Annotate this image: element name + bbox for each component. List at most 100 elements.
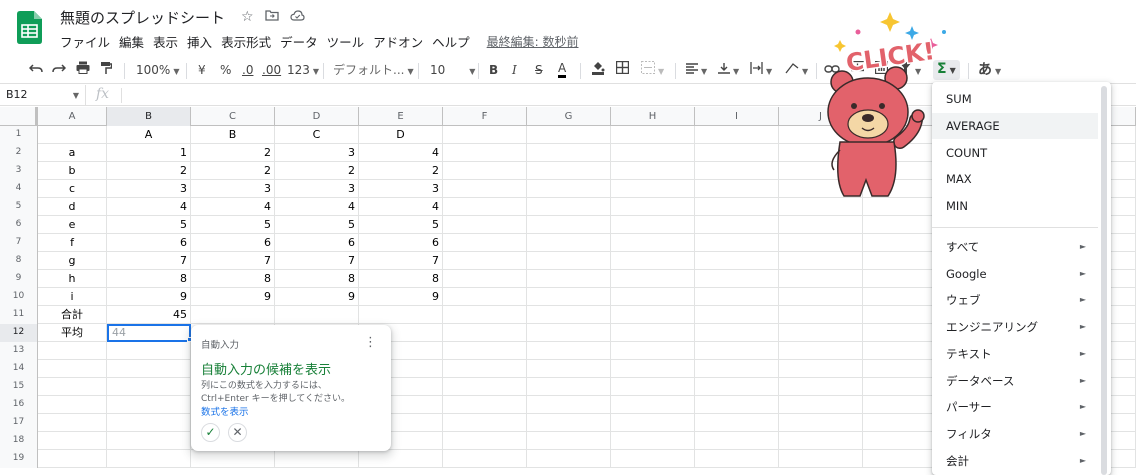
table-cell[interactable]	[611, 396, 695, 414]
last-edit-link[interactable]: 最終編集: 数秒前	[487, 33, 579, 50]
table-cell[interactable]	[779, 342, 863, 360]
table-cell[interactable]: 平均	[38, 324, 107, 342]
row-header[interactable]: 9	[0, 270, 38, 288]
menu-format[interactable]: 表示形式	[221, 32, 271, 51]
table-cell[interactable]	[107, 378, 191, 396]
table-cell[interactable]	[107, 450, 191, 468]
sheets-logo-icon[interactable]	[17, 11, 42, 44]
function-max[interactable]: MAX	[932, 166, 1098, 192]
increase-decimal-button[interactable]: .00	[262, 61, 281, 79]
table-cell[interactable]	[443, 180, 527, 198]
row-header[interactable]: 11	[0, 306, 38, 324]
table-cell[interactable]	[38, 342, 107, 360]
table-cell[interactable]	[107, 360, 191, 378]
table-cell[interactable]: d	[38, 198, 107, 216]
table-cell[interactable]	[527, 234, 611, 252]
table-cell[interactable]: 3	[107, 180, 191, 198]
table-cell[interactable]	[275, 306, 359, 324]
table-cell[interactable]	[779, 216, 863, 234]
row-header[interactable]: 15	[0, 378, 38, 396]
table-cell[interactable]	[695, 396, 779, 414]
table-cell[interactable]: 4	[359, 144, 443, 162]
table-cell[interactable]	[611, 198, 695, 216]
function-min[interactable]: MIN	[932, 193, 1098, 219]
menu-edit[interactable]: 編集	[119, 32, 144, 51]
merge-cells-icon[interactable]: ▼	[641, 61, 664, 81]
table-cell[interactable]	[695, 198, 779, 216]
table-cell[interactable]	[527, 450, 611, 468]
accept-check-icon[interactable]: ✓	[201, 423, 220, 442]
table-cell[interactable]: g	[38, 252, 107, 270]
menu-scrollbar[interactable]	[1101, 86, 1107, 475]
name-box[interactable]: B12 ▼	[0, 85, 86, 106]
table-cell[interactable]	[695, 252, 779, 270]
row-header[interactable]: 14	[0, 360, 38, 378]
table-cell[interactable]	[443, 342, 527, 360]
function-category-item[interactable]: テキスト ►	[932, 341, 1098, 367]
table-cell[interactable]	[611, 306, 695, 324]
table-cell[interactable]	[38, 450, 107, 468]
table-cell[interactable]	[107, 396, 191, 414]
row-header[interactable]: 16	[0, 396, 38, 414]
table-cell[interactable]	[443, 270, 527, 288]
table-cell[interactable]	[38, 378, 107, 396]
table-cell[interactable]	[611, 234, 695, 252]
table-cell[interactable]	[527, 306, 611, 324]
table-cell[interactable]: 5	[359, 216, 443, 234]
table-cell[interactable]	[779, 396, 863, 414]
table-cell[interactable]	[38, 414, 107, 432]
table-cell[interactable]	[359, 306, 443, 324]
table-cell[interactable]	[611, 216, 695, 234]
function-category-item[interactable]: Google ►	[932, 261, 1098, 287]
table-cell[interactable]	[527, 324, 611, 342]
table-cell[interactable]	[38, 360, 107, 378]
table-cell[interactable]	[779, 450, 863, 468]
table-cell[interactable]	[611, 126, 695, 144]
table-cell[interactable]	[527, 252, 611, 270]
table-cell[interactable]: 7	[359, 252, 443, 270]
table-cell[interactable]: 2	[359, 162, 443, 180]
table-cell[interactable]	[779, 270, 863, 288]
table-cell[interactable]	[695, 342, 779, 360]
table-cell[interactable]	[611, 360, 695, 378]
document-title[interactable]: 無題のスプレッドシート	[60, 7, 225, 28]
table-cell[interactable]	[443, 144, 527, 162]
table-cell[interactable]: 6	[359, 234, 443, 252]
function-count[interactable]: COUNT	[932, 140, 1098, 166]
row-header[interactable]: 4	[0, 180, 38, 198]
menu-tools[interactable]: ツール	[327, 32, 365, 51]
table-cell[interactable]	[695, 126, 779, 144]
table-cell[interactable]	[443, 162, 527, 180]
table-cell[interactable]: 3	[275, 180, 359, 198]
table-cell[interactable]	[695, 324, 779, 342]
show-formula-link[interactable]: 数式を表示	[201, 404, 249, 418]
table-cell[interactable]: 2	[107, 162, 191, 180]
table-cell[interactable]	[443, 198, 527, 216]
table-cell[interactable]	[443, 378, 527, 396]
column-header-i[interactable]: I	[695, 107, 779, 126]
undo-icon[interactable]	[28, 61, 43, 79]
table-cell[interactable]	[695, 162, 779, 180]
table-cell[interactable]	[527, 288, 611, 306]
table-cell[interactable]: b	[38, 162, 107, 180]
table-cell[interactable]	[611, 432, 695, 450]
font-family-select[interactable]: デフォルト... ▼	[333, 61, 414, 81]
row-header[interactable]: 17	[0, 414, 38, 432]
table-cell[interactable]: 5	[107, 216, 191, 234]
table-cell[interactable]: i	[38, 288, 107, 306]
table-cell[interactable]	[443, 288, 527, 306]
table-cell[interactable]	[611, 342, 695, 360]
table-cell[interactable]: 9	[191, 288, 275, 306]
horizontal-align-icon[interactable]: ▼	[686, 61, 707, 81]
active-cell[interactable]: 44	[107, 324, 191, 342]
table-cell[interactable]	[527, 180, 611, 198]
menu-insert[interactable]: 挿入	[187, 32, 212, 51]
table-cell[interactable]: 4	[107, 198, 191, 216]
table-cell[interactable]	[443, 306, 527, 324]
table-cell[interactable]	[779, 288, 863, 306]
table-cell[interactable]: 2	[191, 162, 275, 180]
table-cell[interactable]	[695, 306, 779, 324]
table-cell[interactable]	[779, 432, 863, 450]
table-cell[interactable]: 合計	[38, 306, 107, 324]
table-cell[interactable]	[695, 180, 779, 198]
